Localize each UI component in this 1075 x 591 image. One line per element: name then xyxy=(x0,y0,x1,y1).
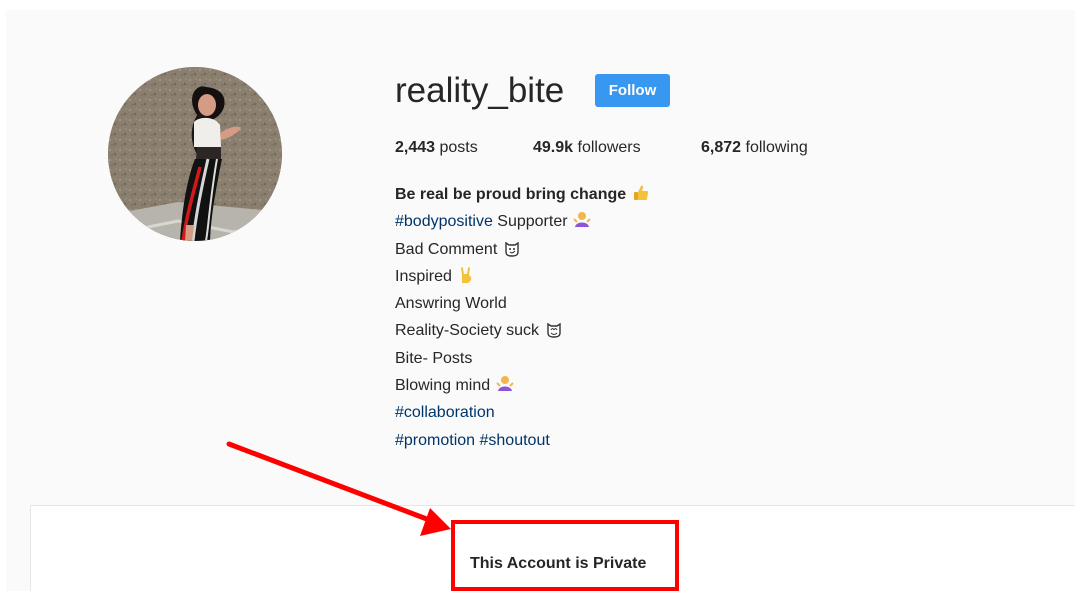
bio-world-line: Answring World xyxy=(395,295,507,313)
profile-stats: 2,443 posts 49.9k followers 6,872 follow… xyxy=(395,137,955,159)
bio-supporter-text: Supporter xyxy=(492,213,568,231)
smirking-cat-icon xyxy=(505,241,519,257)
bio-bad-comment-text: Bad Comment xyxy=(395,240,498,258)
profile-avatar[interactable] xyxy=(108,67,282,241)
bio-mind-line: Blowing mind xyxy=(395,372,865,399)
follow-button[interactable]: Follow xyxy=(595,74,670,107)
shoutout-hashtag-link[interactable]: #shoutout xyxy=(480,432,550,449)
bio-posts-line: Bite- Posts xyxy=(395,349,473,367)
posts-label: posts xyxy=(435,139,478,156)
collaboration-hashtag-link[interactable]: #collaboration xyxy=(395,404,495,421)
profile-bio: Be real be proud bring change #bodyposit… xyxy=(395,181,865,454)
person-shrugging-icon xyxy=(495,376,514,392)
following-label: following xyxy=(741,139,808,156)
bio-inspired-line: Inspired xyxy=(395,263,865,290)
bio-title-text: Be real be proud bring change xyxy=(395,186,627,203)
promotion-hashtag-link[interactable]: #promotion xyxy=(395,432,475,449)
bio-mind-text: Blowing mind xyxy=(395,377,491,395)
rock-on-hand-icon xyxy=(461,267,472,283)
profile-username: reality_bite xyxy=(395,71,565,110)
posts-count: 2,443 xyxy=(395,139,436,156)
followers-count: 49.9k xyxy=(533,139,574,156)
instagram-profile-page: reality_bite Follow 2,443 posts 49.9k fo… xyxy=(0,0,1075,591)
bio-collaboration-line: #collaboration xyxy=(395,399,865,426)
bio-inspired-text: Inspired xyxy=(395,267,452,285)
bodypositive-hashtag-link[interactable]: #bodypositive xyxy=(395,213,493,230)
followers-stat[interactable]: 49.9k followers xyxy=(533,137,641,159)
bio-title-line: Be real be proud bring change xyxy=(395,181,865,208)
bio-society-text: Reality-Society suck xyxy=(395,322,540,340)
bio-promotion-line: #promotion #shoutout xyxy=(395,427,865,454)
smiling-cat-icon xyxy=(546,323,561,339)
private-account-message: This Account is Private xyxy=(470,555,647,572)
person-shrugging-icon xyxy=(573,212,591,228)
thumbs-up-icon xyxy=(633,185,649,200)
bio-bad-comment-line: Bad Comment xyxy=(395,236,865,263)
avatar-photo xyxy=(108,67,282,241)
bio-supporter-line: #bodypositive Supporter xyxy=(395,208,865,235)
posts-stat[interactable]: 2,443 posts xyxy=(395,137,478,159)
bio-society-line: Reality-Society suck xyxy=(395,317,865,344)
followers-label: followers xyxy=(573,139,641,156)
following-stat[interactable]: 6,872 following xyxy=(701,137,808,159)
following-count: 6,872 xyxy=(701,139,742,156)
